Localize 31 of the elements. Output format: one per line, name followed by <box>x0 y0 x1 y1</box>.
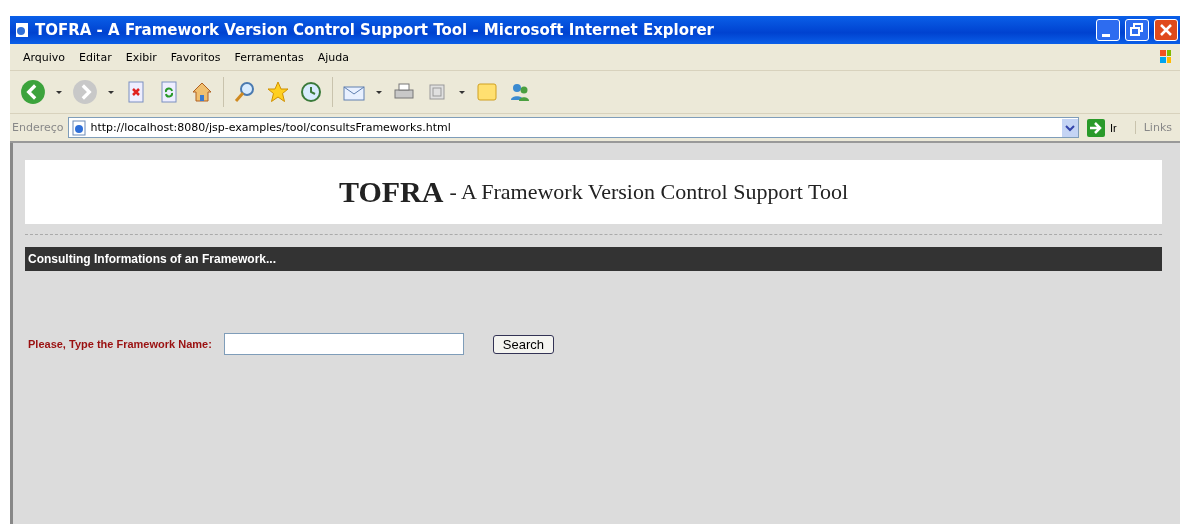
menu-item[interactable]: Ajuda <box>310 50 357 64</box>
field-label: Please, Type the Framework Name: <box>28 338 212 350</box>
window-title: TOFRA - A Framework Version Control Support Tool - Microsoft Internet Explorer <box>35 21 715 39</box>
windows-logo-icon <box>1157 48 1171 66</box>
menu-item[interactable]: Ferramentas <box>227 50 311 64</box>
close-icon <box>1159 23 1173 37</box>
star-icon[interactable] <box>266 80 290 104</box>
minimize-icon <box>1101 33 1110 37</box>
history-icon[interactable] <box>299 80 323 104</box>
restore-icon <box>1130 23 1144 37</box>
back-icon[interactable] <box>20 79 46 105</box>
menu-item[interactable]: Arquivo <box>16 50 73 64</box>
menu-item[interactable]: Favoritos <box>163 50 228 64</box>
go-button[interactable]: Ir <box>1083 118 1131 137</box>
go-arrow-icon <box>1087 118 1105 137</box>
section-bar: Consulting Informations of an Framework... <box>25 247 1162 271</box>
minimize-button[interactable] <box>1096 19 1120 41</box>
page-heading: TOFRA - A Framework Version Control Support Tool <box>25 160 1162 224</box>
framework-name-field[interactable] <box>223 333 464 355</box>
close-button[interactable] <box>1154 19 1178 41</box>
dropdown-icon[interactable] <box>1062 118 1078 137</box>
page-icon <box>14 22 30 38</box>
menu-item[interactable]: Exibir <box>118 50 164 64</box>
address-field[interactable]: http://localhost:8080/jsp-examples/tool/consultsFrameworks.html <box>67 117 1079 138</box>
search-button[interactable]: Search <box>492 334 555 354</box>
menu-item[interactable]: Editar <box>72 50 119 64</box>
page-icon <box>70 119 87 136</box>
address-label: Endereço <box>12 121 64 134</box>
restore-button[interactable] <box>1125 19 1149 41</box>
home-icon[interactable] <box>190 80 214 104</box>
search-icon[interactable] <box>233 80 257 104</box>
